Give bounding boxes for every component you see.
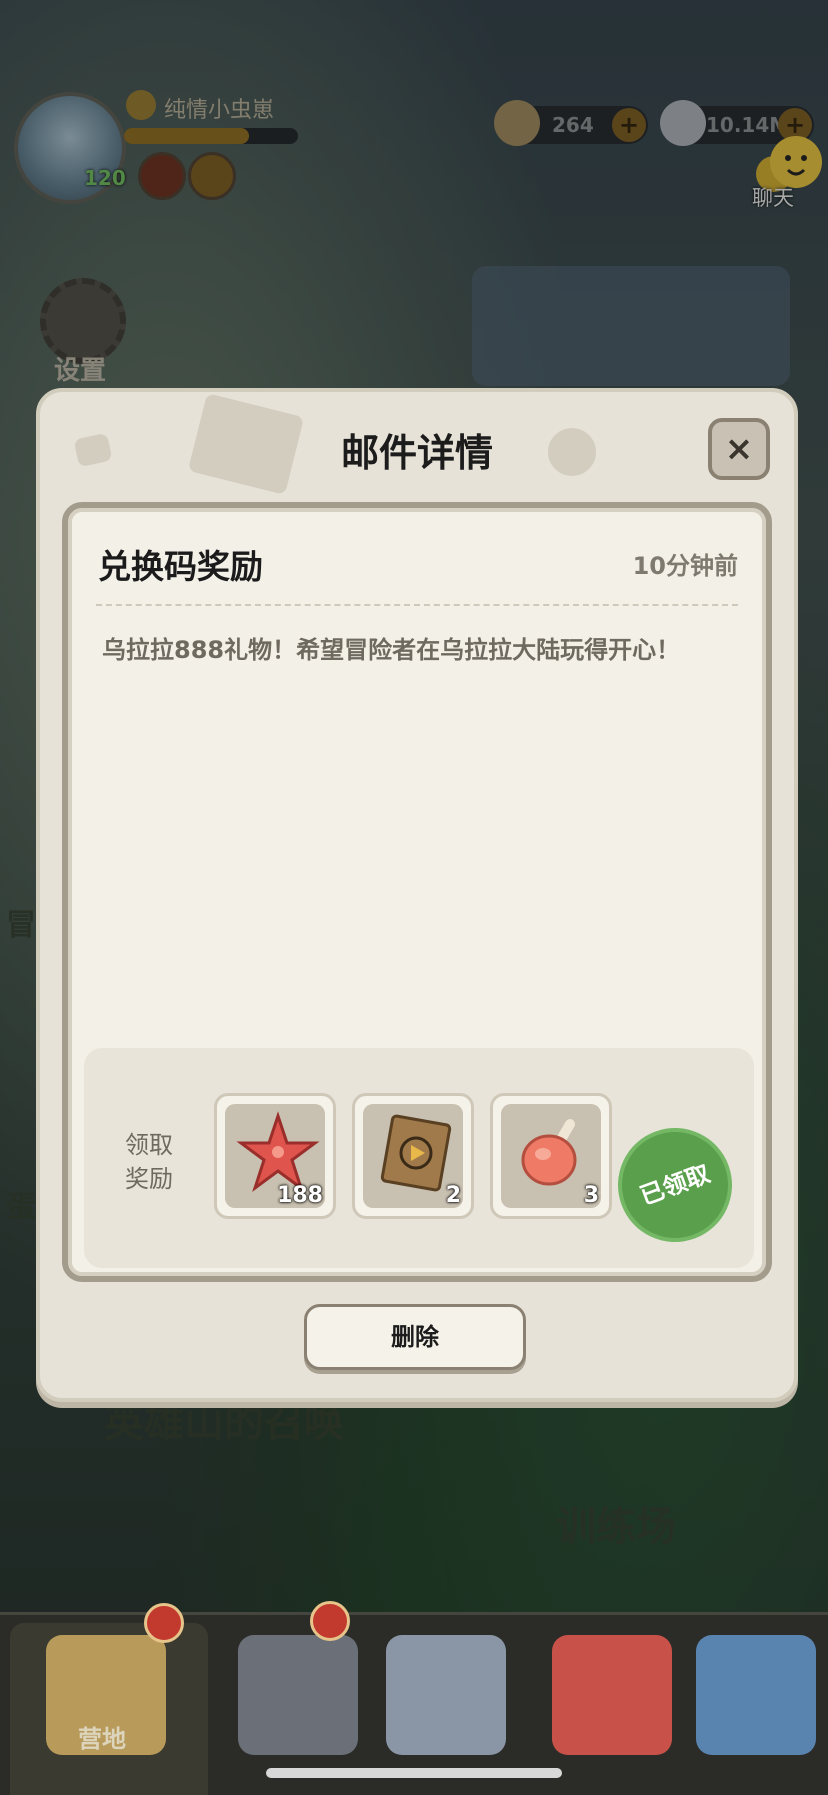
mail-body: 乌拉拉888礼物！希望冒险者在乌拉拉大陆玩得开心！ [102, 636, 681, 664]
reward-count: 188 [277, 1183, 323, 1208]
close-button[interactable]: × [708, 418, 770, 480]
mail-title: 兑换码奖励 [98, 547, 263, 586]
reward-item[interactable]: 2 [352, 1093, 474, 1219]
mail-timestamp: 10分钟前 [632, 552, 738, 580]
home-indicator[interactable] [266, 1768, 562, 1778]
reward-count: 2 [445, 1183, 461, 1208]
reward-item[interactable]: 188 [214, 1093, 336, 1219]
pet-icon[interactable] [552, 1635, 672, 1755]
mail-detail-dialog: 邮件详情 × 兑换码奖励 10分钟前 乌拉拉888礼物！希望冒险者在乌拉拉大陆玩… [36, 388, 798, 1402]
reward-item[interactable]: 3 [490, 1093, 612, 1219]
dialog-title: 邮件详情 [340, 431, 493, 475]
hero-icon[interactable] [238, 1635, 358, 1755]
equipment-icon[interactable] [386, 1635, 506, 1755]
claimed-stamp: 已领取 [607, 1117, 743, 1253]
divider [96, 604, 738, 606]
mail-card: 兑换码奖励 10分钟前 乌拉拉888礼物！希望冒险者在乌拉拉大陆玩得开心！ 领取… [62, 502, 772, 1282]
reward-label: 领取 奖励 [125, 1131, 173, 1193]
rewards-panel: 领取 奖励 188 2 3 已领取 [84, 1048, 754, 1268]
nav-label-camp: 营地 [78, 1725, 126, 1753]
guild-icon[interactable] [696, 1635, 816, 1755]
delete-button[interactable]: 删除 [304, 1304, 526, 1370]
reward-count: 3 [583, 1183, 599, 1208]
notification-bell-icon [310, 1601, 350, 1641]
notification-bell-icon [144, 1603, 184, 1643]
